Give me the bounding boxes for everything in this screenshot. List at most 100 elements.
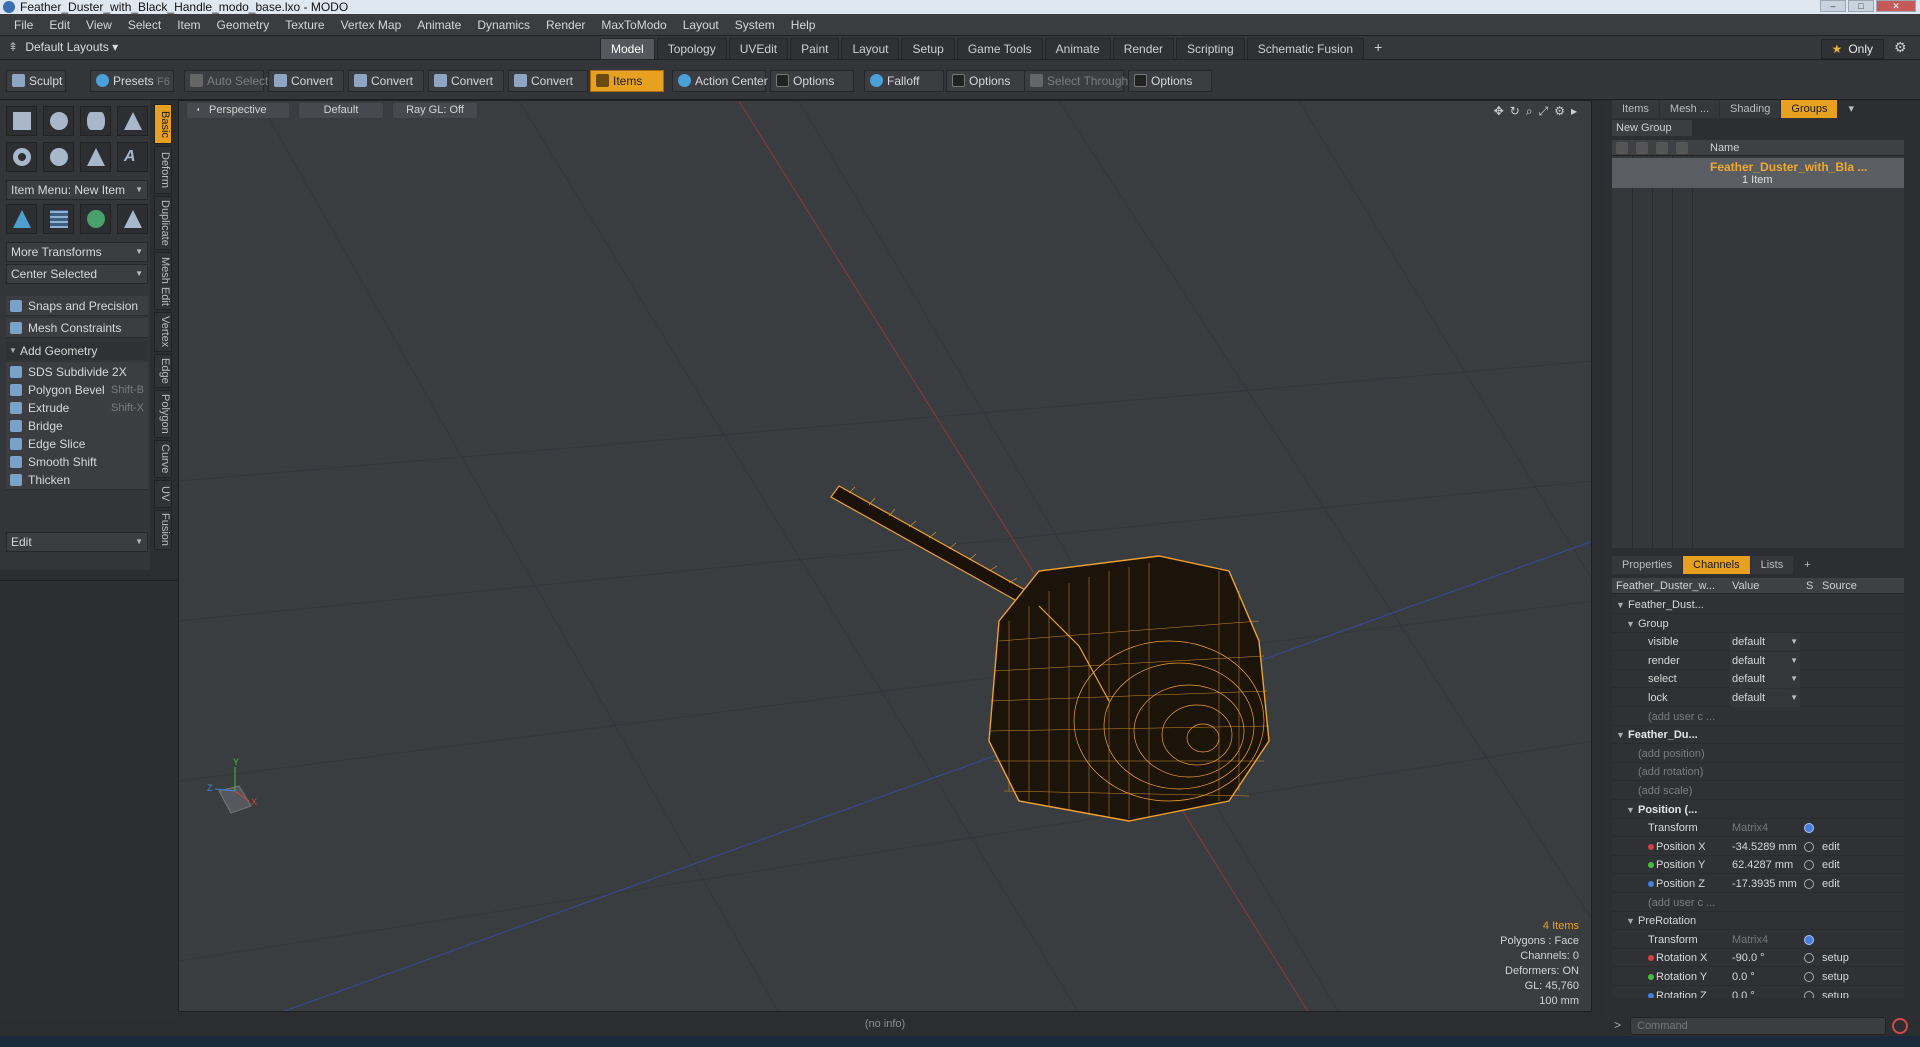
close-button[interactable]: ✕ (1876, 0, 1916, 12)
vtab-curve[interactable]: Curve (154, 440, 172, 478)
edit-dropdown[interactable]: Edit (6, 532, 148, 552)
menu-texture[interactable]: Texture (277, 18, 332, 32)
vtab-uv[interactable]: UV (154, 480, 172, 508)
falloff-options-button[interactable]: Options (946, 70, 1028, 92)
channels-name-header[interactable]: Feather_Duster_w... (1616, 578, 1715, 594)
tab-groups[interactable]: Groups (1781, 100, 1838, 118)
items-mode-button[interactable]: Items (590, 70, 664, 92)
tab-channels[interactable]: Channels (1683, 556, 1750, 574)
pen-tool[interactable] (80, 142, 111, 172)
channel-row-add-user-c[interactable]: (add user c ... (1612, 708, 1904, 726)
keyframe-icon[interactable] (1804, 841, 1814, 852)
channel-row-visible[interactable]: visible default (1612, 633, 1904, 652)
extrude-button[interactable]: Extrude Shift-X (6, 398, 148, 418)
menu-item[interactable]: Item (169, 18, 208, 32)
zoom-icon[interactable]: ⌕ (1526, 104, 1533, 119)
vtab-vertex[interactable]: Vertex (154, 312, 172, 352)
tab-lists[interactable]: Lists (1750, 556, 1794, 574)
tab-shading[interactable]: Shading (1720, 100, 1781, 118)
layout-tab-model[interactable]: Model (600, 38, 655, 60)
grid-tool[interactable] (43, 204, 74, 234)
channel-value[interactable]: default (1730, 689, 1800, 707)
maximize-button[interactable]: □ (1848, 0, 1874, 12)
layout-tab-game-tools[interactable]: Game Tools (956, 38, 1043, 60)
pyramid-tool[interactable] (117, 204, 148, 234)
channel-value[interactable]: default (1730, 670, 1800, 689)
layout-tab-schematic-fusion[interactable]: Schematic Fusion (1246, 38, 1365, 60)
vtab-deform[interactable]: Deform (154, 146, 172, 194)
bridge-button[interactable]: Bridge (6, 416, 148, 436)
tab-items[interactable]: Items (1612, 100, 1659, 118)
channel-value[interactable]: default (1730, 633, 1800, 652)
expand-triangle-icon[interactable]: ▼ (1626, 801, 1635, 819)
vtab-duplicate[interactable]: Duplicate (154, 196, 172, 250)
keyframe-icon[interactable] (1804, 972, 1814, 982)
menu-layout[interactable]: Layout (675, 18, 727, 32)
channel-value[interactable]: 0.0 ° (1730, 968, 1800, 986)
tab-properties[interactable]: Properties (1612, 556, 1683, 574)
vtab-mesh-edit[interactable]: Mesh Edit (154, 252, 172, 310)
action-center-options-button[interactable]: Options (770, 70, 854, 92)
vtab-edge[interactable]: Edge (154, 354, 172, 388)
matrix-link-icon[interactable] (1804, 823, 1814, 834)
thicken-button[interactable]: Thicken (6, 470, 148, 490)
group-row[interactable]: Feather_Duster_with_Bla ... 1 Item (1612, 158, 1904, 188)
channel-row-add-user-c[interactable]: (add user c ... (1612, 894, 1904, 912)
menu-render[interactable]: Render (538, 18, 593, 32)
globe-tool[interactable] (80, 204, 111, 234)
channel-row-select[interactable]: select default (1612, 670, 1904, 689)
polygon-bevel-button[interactable]: Polygon Bevel Shift-B (6, 380, 148, 400)
select-options-button[interactable]: Options (1128, 70, 1212, 92)
channel-row-transform[interactable]: Transform Matrix4 (1612, 819, 1904, 838)
gear-icon[interactable]: ⚙ (1894, 39, 1910, 55)
channel-row-add-position[interactable]: (add position) (1612, 745, 1904, 763)
falloff-button[interactable]: Falloff (864, 70, 944, 92)
default-layouts-dropdown[interactable]: ⇞ Default Layouts ▾ (8, 40, 118, 54)
add-tab-icon[interactable]: + (1794, 556, 1820, 574)
matrix-link-icon[interactable] (1804, 934, 1814, 945)
channel-value[interactable]: Matrix4 (1730, 819, 1800, 837)
sphere-tool[interactable] (43, 106, 74, 136)
channel-row-render[interactable]: render default (1612, 651, 1904, 670)
cylinder-tool[interactable] (80, 106, 111, 136)
channel-value[interactable]: -17.3935 mm (1730, 875, 1800, 893)
layout-tab-scripting[interactable]: Scripting (1176, 38, 1245, 60)
record-icon[interactable] (1892, 1018, 1908, 1034)
convert-polygons-button[interactable]: Convert (428, 70, 504, 92)
menu-geometry[interactable]: Geometry (209, 18, 278, 32)
channel-row-rotation-x[interactable]: Rotation X -90.0 ° setup (1612, 949, 1904, 968)
expand-triangle-icon[interactable]: ▼ (1616, 596, 1625, 614)
view-type-dropdown[interactable]: Perspective (199, 103, 289, 118)
fit-icon[interactable]: ⤢ (1539, 104, 1549, 119)
eye-column-icon[interactable] (1616, 142, 1628, 154)
menu-edit[interactable]: Edit (41, 18, 78, 32)
shading-dropdown[interactable]: Default (299, 103, 383, 118)
minimize-button[interactable]: – (1820, 0, 1846, 12)
smooth-shift-button[interactable]: Smooth Shift (6, 452, 148, 472)
channel-row-position-x[interactable]: Position X -34.5289 mm edit (1612, 838, 1904, 856)
channel-row-position-y[interactable]: Position Y 62.4287 mm edit (1612, 856, 1904, 875)
viewport-gear-icon[interactable]: ⚙ (1554, 104, 1565, 119)
transform-tool[interactable] (6, 204, 37, 234)
name-column-header[interactable]: Name (1710, 140, 1739, 156)
capsule-tool[interactable] (43, 142, 74, 172)
expand-triangle-icon[interactable]: ▼ (1616, 726, 1625, 744)
select-through-button[interactable]: Select Through (1024, 70, 1128, 92)
menu-dynamics[interactable]: Dynamics (469, 18, 538, 32)
channel-row-position-z[interactable]: Position Z -17.3935 mm edit (1612, 875, 1904, 893)
layout-tab-topology[interactable]: Topology (656, 38, 727, 60)
channel-row-position[interactable]: ▼ Position (... (1612, 801, 1904, 819)
cube-tool[interactable] (6, 106, 37, 136)
channel-row-rotation-y[interactable]: Rotation Y 0.0 ° setup (1612, 968, 1904, 986)
auto-select-button[interactable]: Auto Select (184, 70, 268, 92)
channel-value[interactable]: 0.0 ° (1730, 987, 1800, 998)
convert-edges-button[interactable]: Convert (348, 70, 424, 92)
sculpt-button[interactable]: Sculpt (6, 70, 66, 92)
channel-row-feather-dust[interactable]: ▼ Feather_Dust... (1612, 596, 1904, 614)
channel-value[interactable]: default (1730, 651, 1800, 670)
sds-subdivide-2x-button[interactable]: SDS Subdivide 2X (6, 362, 148, 382)
layout-tab-paint[interactable]: Paint (790, 38, 840, 60)
raygl-toggle[interactable]: Ray GL: Off (393, 103, 477, 118)
vtab-basic[interactable]: Basic (154, 104, 172, 144)
snaps-and-precision-button[interactable]: Snaps and Precision (6, 296, 148, 316)
